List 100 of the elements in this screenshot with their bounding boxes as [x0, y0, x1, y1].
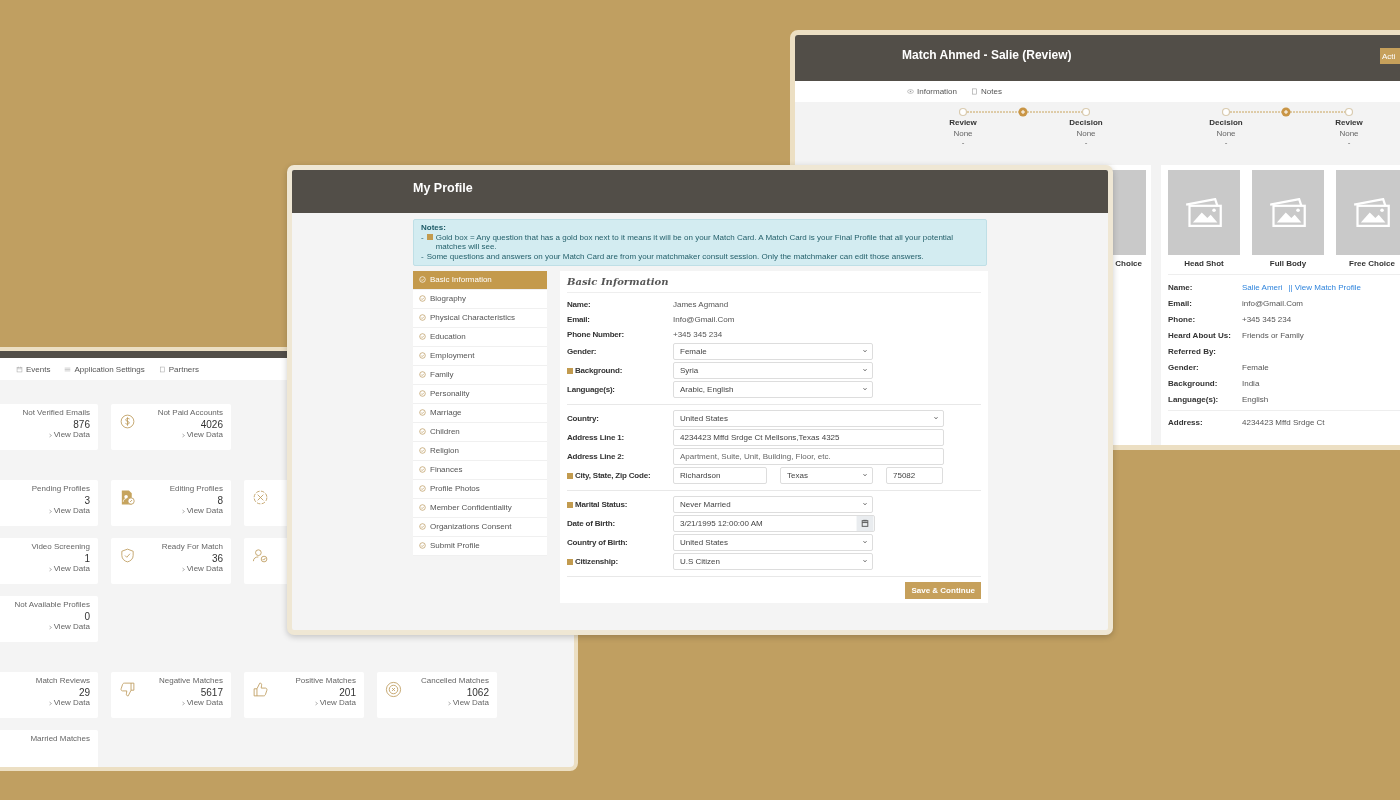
field-label: Address Line 2: — [567, 451, 625, 461]
menu-item[interactable]: Submit Profile — [413, 536, 547, 556]
chevron-icon — [47, 432, 53, 438]
stat-value: 29 — [78, 686, 90, 698]
stat-value: 201 — [339, 686, 356, 698]
chevron-icon — [180, 508, 186, 514]
sliders-icon — [64, 365, 72, 373]
photo-label: Choice — [1115, 259, 1142, 268]
select-field[interactable]: Female — [673, 342, 873, 360]
menu-item[interactable]: Finances — [413, 460, 547, 480]
nav-item[interactable]: Partners — [158, 364, 199, 374]
detail-label: Phone: — [1168, 314, 1197, 324]
check-circle-icon — [419, 276, 426, 284]
field-label: Language(s): — [567, 384, 615, 394]
input-field[interactable]: Richardson — [673, 466, 767, 484]
step-status: None — [953, 129, 973, 139]
stat-label: Positive Matches — [295, 677, 356, 686]
view-data-link[interactable]: View Data — [180, 430, 223, 440]
view-data-link[interactable]: View Data — [47, 564, 90, 574]
step-detail: - — [1347, 138, 1351, 148]
chevron-icon — [47, 700, 53, 706]
picture-icon — [1354, 198, 1390, 227]
person-check-icon — [252, 547, 269, 564]
select-field[interactable]: Arabic, English — [673, 380, 873, 398]
menu-item[interactable]: Member Confidentiality — [413, 498, 547, 518]
chevron-icon — [47, 624, 53, 630]
check-circle-icon — [419, 295, 426, 303]
notes-title: Notes: — [421, 223, 447, 232]
chevron-icon — [862, 539, 868, 546]
chevron-icon — [47, 566, 53, 572]
date-field[interactable]: 3/21/1995 12:00:00 AM — [673, 514, 875, 532]
chevron-icon — [862, 367, 868, 374]
menu-item[interactable]: Marriage — [413, 403, 547, 423]
detail-label: Gender: — [1168, 362, 1200, 372]
check-circle-icon — [419, 371, 426, 379]
check-circle-icon — [419, 352, 426, 360]
input-field[interactable]: Apartment, Suite, Unit, Building, Floor, etc. — [673, 447, 944, 465]
detail-value: Friends or Family — [1242, 330, 1304, 340]
stat-label: Cancelled Matches — [420, 677, 489, 686]
view-data-link[interactable]: View Data — [47, 506, 90, 516]
view-data-link[interactable]: View Data — [47, 430, 90, 440]
step-label: Review — [949, 119, 977, 128]
tab[interactable]: Notes — [971, 84, 1002, 99]
view-data-link[interactable]: View Data — [180, 506, 223, 516]
menu-item[interactable]: Religion — [413, 441, 547, 461]
note-text: Some questions and answers on your Match Card are from your matchmaker consult session. Only the matchmaker can edit those answers. — [426, 252, 924, 262]
chevron-icon — [862, 386, 868, 393]
input-field[interactable]: 4234423 Mffd Srdge Ct Mellsons,Texas 4325 — [673, 428, 944, 446]
check-circle-icon — [419, 447, 426, 455]
calendar-icon — [16, 365, 23, 373]
view-data-link[interactable]: View Data — [446, 698, 489, 708]
profile-document-icon — [119, 489, 136, 506]
menu-item[interactable]: Children — [413, 422, 547, 442]
stat-label: Video Screening — [31, 543, 90, 552]
detail-value: Female — [1242, 362, 1269, 372]
detail-label: Email: — [1168, 298, 1193, 308]
detail-label: Referred By: — [1168, 346, 1217, 356]
detail-label: Language(s): — [1168, 394, 1220, 404]
select-field[interactable]: U.S Citizen — [673, 552, 873, 570]
select-field[interactable]: Syria — [673, 361, 873, 379]
view-data-link[interactable]: View Data — [47, 622, 90, 632]
menu-item[interactable]: Organizations Consent — [413, 517, 547, 537]
menu-item[interactable]: Profile Photos — [413, 479, 547, 499]
menu-item[interactable]: Family — [413, 365, 547, 385]
field-label: Name: — [567, 299, 591, 309]
menu-item[interactable]: Biography — [413, 289, 547, 309]
chevron-icon — [180, 566, 186, 572]
menu-item[interactable]: Physical Characteristics — [413, 308, 547, 328]
field-value: James Agmand — [673, 299, 729, 309]
step-label: Review — [1335, 119, 1363, 128]
view-profile-link[interactable]: || View Match Profile — [1288, 282, 1361, 292]
stat-label: Pending Profiles — [31, 485, 90, 494]
chevron-icon — [862, 472, 868, 479]
nav-item[interactable]: Events — [16, 364, 51, 374]
check-circle-icon — [419, 523, 426, 531]
view-data-link[interactable]: View Data — [313, 698, 356, 708]
calendar-icon — [856, 515, 874, 531]
menu-item[interactable]: Personality — [413, 384, 547, 404]
field-value: Info@Gmail.Com — [673, 314, 735, 324]
select-field[interactable]: Never Married — [673, 495, 873, 513]
menu-item[interactable]: Employment — [413, 346, 547, 366]
tab[interactable]: Information — [907, 84, 958, 99]
input-field[interactable]: 75082 — [886, 466, 943, 484]
view-data-link[interactable]: View Data — [180, 564, 223, 574]
select-field[interactable]: United States — [673, 533, 873, 551]
nav-item[interactable]: Application Settings — [64, 364, 145, 374]
detail-value: Salie Ameri — [1242, 282, 1283, 292]
select-field[interactable]: Texas — [780, 466, 873, 484]
form-title: Basic Information — [567, 270, 981, 293]
chevron-icon — [180, 700, 186, 706]
field-label: City, State, Zip Code: — [575, 470, 651, 480]
chevron-icon — [446, 700, 452, 706]
detail-value: English — [1242, 394, 1269, 404]
view-data-link[interactable]: View Data — [180, 698, 223, 708]
select-field[interactable]: United States — [673, 409, 944, 427]
menu-item[interactable]: Education — [413, 327, 547, 347]
detail-value: 4234423 Mffd Srdge Ct — [1242, 417, 1325, 427]
view-data-link[interactable]: View Data — [47, 698, 90, 708]
field-label: Country: — [567, 413, 599, 423]
photo-label: Free Choice — [1349, 259, 1395, 268]
